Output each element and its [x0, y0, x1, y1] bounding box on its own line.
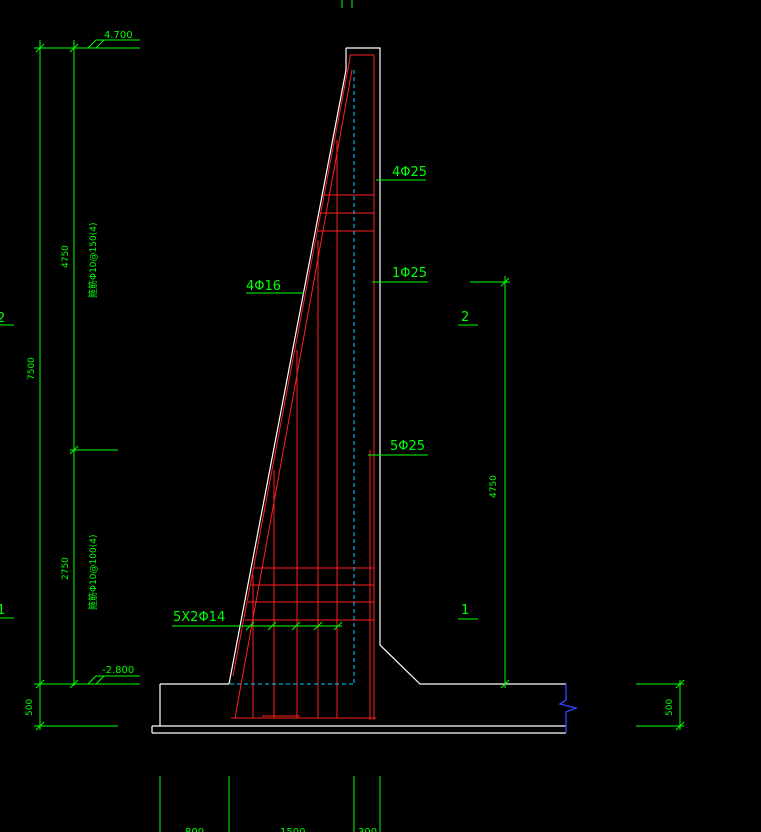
left-dimension-chain [34, 40, 140, 731]
stirrup-upper-label: 箍筋Φ10@150(4) [87, 223, 99, 298]
label-outer-main: 4Φ16 [246, 279, 304, 294]
dim-bottom-right: 300 [358, 827, 377, 832]
dim-lower: 2750 [61, 557, 71, 580]
bottom-dimension-chain: 800 1500 300 [159, 776, 381, 832]
section-mark-left-lower-label: 1 [0, 603, 5, 618]
dim-upper: 4750 [61, 245, 71, 268]
label-outer-main-text: 4Φ16 [246, 279, 281, 294]
label-inner-main: 5Φ25 [368, 439, 428, 456]
section-mark-right-lower-label: 1 [461, 603, 469, 618]
dim-total-height: 7500 [27, 357, 37, 380]
dim-right-upper: 4750 [489, 475, 499, 498]
section-mark-right-upper: 2 [458, 310, 478, 326]
section-mark-left-lower: 1 [0, 603, 14, 619]
retaining-wall-section-drawing: 4.700 -2.800 7500 4750 2750 500 箍筋Φ10@15… [0, 0, 685, 832]
label-additional-text: 1Φ25 [392, 266, 427, 281]
label-inner-main-text: 5Φ25 [390, 439, 425, 454]
dim-bottom-mid: 1500 [280, 827, 305, 832]
concrete-outline [151, 47, 566, 734]
dim-right-base: 500 [665, 699, 675, 716]
right-base-dimension: 500 [636, 679, 685, 731]
section-mark-left-upper-label: 2 [0, 311, 5, 326]
level-marker-bottom: -2.800 [87, 665, 140, 685]
label-top-main: 4Φ25 [376, 165, 427, 181]
label-distribution-text: 5X2Φ14 [173, 610, 225, 625]
top-extension-lines [341, 0, 353, 8]
level-marker-top: 4.700 [87, 30, 140, 49]
stirrup-lower-label: 箍筋Φ10@100(4) [87, 535, 99, 610]
section-mark-right-lower: 1 [458, 603, 478, 620]
section-mark-right-upper-label: 2 [461, 310, 469, 325]
section-mark-left-upper: 2 [0, 311, 14, 326]
dim-base: 500 [25, 699, 35, 716]
level-top-label: 4.700 [104, 30, 133, 41]
level-bottom-label: -2.800 [102, 665, 134, 676]
right-dimension-chain: 4750 [470, 276, 510, 689]
dim-bottom-left: 800 [185, 827, 204, 832]
label-top-main-text: 4Φ25 [392, 165, 427, 180]
